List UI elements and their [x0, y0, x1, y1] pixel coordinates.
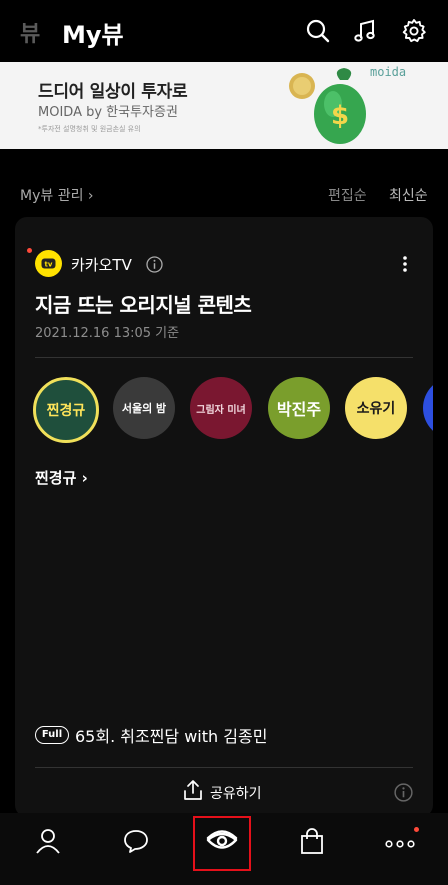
svg-text:$: $ [331, 101, 349, 131]
ad-banner[interactable]: 드디어 일상이 투자로 MOIDA by 한국투자증권 *투자전 설명청취 및 … [0, 62, 448, 149]
card-date: 2021.12.16 13:05 기준 [35, 326, 180, 341]
nav-shopping[interactable] [272, 813, 352, 885]
top-bar: 뷰 My뷰 [0, 0, 448, 62]
more-options-icon[interactable] [402, 255, 408, 273]
info-icon[interactable] [394, 783, 413, 802]
search-icon[interactable] [305, 18, 331, 44]
divider [35, 767, 413, 768]
program-circle[interactable] [423, 377, 433, 439]
info-icon[interactable] [146, 256, 163, 273]
share-label: 공유하기 [210, 786, 262, 802]
more-icon [385, 840, 415, 848]
music-icon[interactable] [352, 18, 378, 44]
profile-icon [36, 829, 60, 854]
tab-view[interactable]: 뷰 [20, 16, 40, 48]
banner-subtitle: MOIDA by 한국투자증권 [38, 105, 178, 120]
program-circle-label: 서울의 밤 [121, 402, 167, 415]
money-bag-icon: $ [289, 68, 366, 144]
program-circle[interactable]: 그림자 미녀 [190, 377, 252, 439]
shopping-icon [301, 828, 323, 854]
chat-icon [124, 830, 148, 853]
divider [35, 357, 413, 358]
kakao-tv-logo-icon: tv [35, 250, 62, 277]
program-circle[interactable]: 서울의 밤 [113, 377, 175, 439]
manage-row: My뷰 관리 › 편집순 최신순 [0, 178, 448, 210]
banner-note: *투자전 설명청취 및 원금손실 유의 [38, 125, 141, 133]
highlight-box [193, 816, 251, 871]
nav-profile[interactable] [8, 813, 88, 885]
new-indicator-dot [27, 248, 32, 253]
svg-text:tv: tv [45, 261, 53, 269]
nav-chat[interactable] [96, 813, 176, 885]
banner-brand: moida [370, 65, 407, 79]
nav-more[interactable] [360, 813, 440, 885]
card-title: 지금 뜨는 오리지널 콘텐츠 [35, 293, 252, 317]
my-view-manage-link[interactable]: My뷰 관리 › [20, 185, 94, 205]
bottom-nav [0, 813, 448, 885]
tab-my-view[interactable]: My뷰 [62, 15, 124, 50]
program-circle-label: 찐경규 [46, 403, 86, 419]
program-circle[interactable]: 소유기 [345, 377, 407, 439]
full-badge: Full [35, 726, 69, 744]
program-circle-label: 그림자 미녀 [196, 404, 246, 416]
program-circle-label: 소유기 [356, 401, 396, 417]
sort-edit-button[interactable]: 편집순 [328, 185, 367, 205]
sort-latest-button[interactable]: 최신순 [389, 185, 428, 205]
share-icon [184, 780, 202, 800]
program-circle[interactable]: 박진주 [268, 377, 330, 439]
settings-icon[interactable] [401, 18, 427, 44]
banner-title: 드디어 일상이 투자로 [38, 82, 188, 102]
content-card: tv 카카오TV 지금 뜨는 오리지널 콘텐츠 2021.12.16 13:05… [15, 217, 433, 817]
channel-name[interactable]: 카카오TV [71, 254, 132, 275]
notification-dot [414, 827, 419, 832]
episode-title: 65회. 취조찐담 with 김종민 [75, 727, 268, 746]
program-link[interactable]: 찐경규 › [35, 467, 88, 488]
program-circle-label: 박진주 [276, 400, 322, 419]
program-circle-jjinkyunggyu[interactable]: 찐경규 [33, 377, 99, 443]
